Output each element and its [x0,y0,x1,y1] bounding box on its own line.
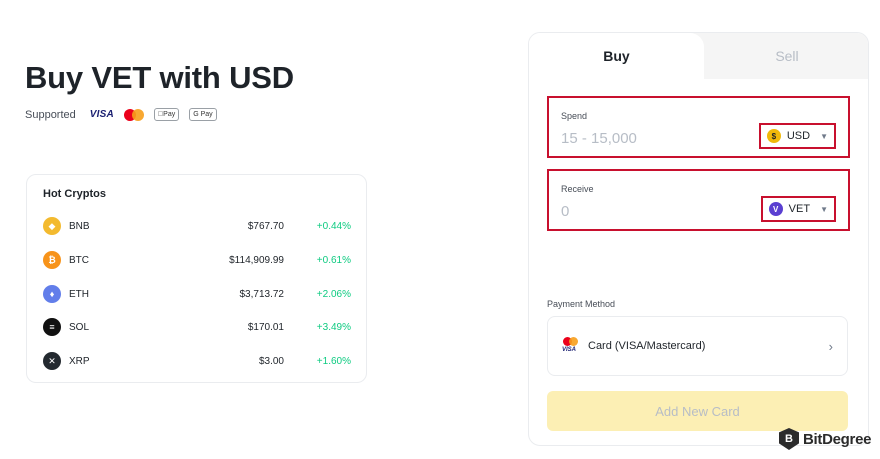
receive-currency-select[interactable]: V VET ▼ [760,196,836,222]
spend-field[interactable]: Spend 15 - 15,000 $ USD ▼ [547,96,850,158]
card-icon: VISA [562,337,580,355]
btc-icon: ₿ [43,251,61,269]
coin-row-eth[interactable]: ♦ ETH $3,713.72 +2.06% [43,284,351,304]
coin-symbol: ETH [69,288,89,300]
apple-pay-icon: Pay [153,108,180,121]
supported-label: Supported [25,108,76,121]
tab-sell[interactable]: Sell [704,33,868,79]
receive-label: Receive [561,184,594,194]
tab-buy[interactable]: Buy [529,33,704,79]
coin-change: +0.61% [316,254,351,266]
coin-price: $3,713.72 [239,288,285,300]
coin-price: $114,909.99 [229,254,284,266]
coin-change: +1.60% [316,355,351,367]
supported-payments: Supported VISA Pay G Pay [25,108,217,121]
bitdegree-brand: BitDegree [803,430,872,448]
chevron-right-icon: › [828,338,833,354]
sol-icon: ≡ [43,318,61,336]
coin-price: $170.01 [247,321,284,333]
dollar-coin-icon: $ [766,129,781,143]
chevron-down-icon: ▼ [820,204,828,214]
chevron-down-icon: ▼ [820,131,828,141]
receive-value: 0 [561,203,570,220]
coin-row-btc[interactable]: ₿ BTC $114,909.99 +0.61% [43,250,351,270]
spend-currency-label: USD [786,130,811,142]
visa-icon: VISA [89,109,114,120]
page-title: Buy VET with USD [25,60,294,95]
coin-symbol: SOL [69,321,90,333]
coin-row-bnb[interactable]: ◆ BNB $767.70 +0.44% [43,216,351,236]
spend-label: Spend [561,111,588,121]
trade-panel: Buy Sell Spend 15 - 15,000 $ USD ▼ Recei… [528,32,869,446]
add-new-card-button[interactable]: Add New Card [547,391,848,431]
google-pay-icon: G Pay [189,108,217,121]
vet-coin-icon: V [768,202,783,216]
payment-method-text: Card (VISA/Mastercard) [588,340,706,352]
coin-row-xrp[interactable]: ✕ XRP $3.00 +1.60% [43,351,351,371]
coin-symbol: BTC [69,254,89,266]
coin-price: $767.70 [247,220,284,232]
bnb-icon: ◆ [43,217,61,235]
coin-row-sol[interactable]: ≡ SOL $170.01 +3.49% [43,317,351,337]
coin-change: +2.06% [316,288,351,300]
receive-field[interactable]: Receive 0 V VET ▼ [547,169,850,231]
receive-currency-label: VET [788,203,811,215]
coin-change: +0.44% [316,220,351,232]
eth-icon: ♦ [43,285,61,303]
spend-currency-select[interactable]: $ USD ▼ [758,123,836,149]
mastercard-icon [123,108,144,121]
trade-tabs: Buy Sell [529,33,868,79]
hot-cryptos-card: Hot Cryptos ◆ BNB $767.70 +0.44% ₿ BTC $… [26,174,367,383]
coin-price: $3.00 [258,355,284,367]
hot-cryptos-title: Hot Cryptos [43,188,106,200]
bitdegree-watermark: B BitDegree [779,428,871,450]
coin-symbol: XRP [69,355,90,367]
payment-method-select[interactable]: VISA Card (VISA/Mastercard) › [547,316,848,376]
payment-method-label: Payment Method [547,299,616,309]
xrp-icon: ✕ [43,352,61,370]
coin-change: +3.49% [316,321,351,333]
spend-input[interactable]: 15 - 15,000 [561,130,637,147]
coin-symbol: BNB [69,220,90,232]
bitdegree-logo-icon: B [779,428,799,450]
